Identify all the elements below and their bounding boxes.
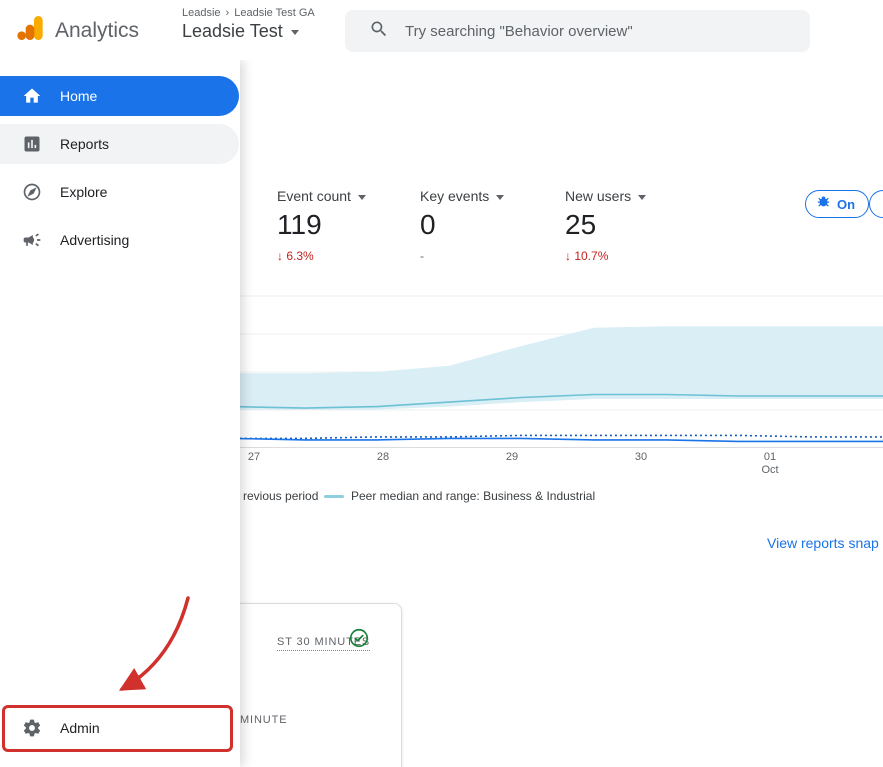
x-tick-sublabel: Oct (761, 464, 779, 476)
chevron-down-icon (290, 30, 299, 35)
on-badge[interactable]: On (805, 190, 870, 218)
x-tick-label: 29 (505, 451, 519, 463)
metric-delta: ↓ 10.7% (565, 249, 609, 263)
check-circle-icon (348, 627, 370, 649)
view-reports-link[interactable]: View reports snap (767, 535, 879, 551)
chart-x-axis: 27 28 29 30 01 Oct (160, 451, 883, 481)
sidebar-item-home[interactable]: Home (0, 76, 239, 116)
breadcrumb: Leadsie › Leadsie Test GA (182, 7, 315, 19)
sidebar-item-advertising[interactable]: Advertising (0, 220, 239, 260)
legend-swatch (324, 494, 344, 498)
search-bar[interactable]: Try searching "Behavior overview" (345, 10, 810, 52)
search-icon (369, 19, 389, 44)
metric-event-count[interactable]: Event count 119 ↓ 6.3% (277, 188, 366, 263)
metric-key-events[interactable]: Key events 0 - (420, 188, 505, 263)
metric-label: Key events (420, 188, 490, 204)
chevron-down-icon (638, 194, 647, 200)
metric-new-users[interactable]: New users 25 ↓ 10.7% (565, 188, 647, 263)
analytics-logo-icon (14, 12, 46, 49)
metrics-row: Event count 119 ↓ 6.3% Key events 0 - New user… (240, 188, 883, 283)
sidebar-item-admin[interactable]: Admin (0, 708, 239, 748)
on-badge-label: On (837, 196, 856, 212)
sidebar-item-label: Advertising (60, 232, 130, 248)
breadcrumb-property: Leadsie Test GA (234, 7, 315, 19)
metric-value: 25 (565, 209, 597, 240)
series-current-period (160, 437, 883, 443)
metric-label: Event count (277, 188, 351, 204)
explore-icon (22, 182, 42, 202)
legend-label: revious period (243, 489, 319, 503)
sidebar-item-label: Reports (60, 136, 110, 152)
metric-label: New users (565, 188, 632, 204)
analytics-logo[interactable]: Analytics (14, 12, 139, 49)
sidebar-item-label: Admin (60, 720, 100, 736)
metric-delta: ↓ 6.3% (277, 249, 314, 263)
metric-value: 119 (277, 209, 322, 240)
metric-value: 0 (420, 209, 436, 240)
signals-icon (816, 194, 831, 214)
property-selector[interactable]: Leadsie Test (182, 21, 315, 42)
metric-delta: - (420, 249, 424, 263)
chevron-down-icon (357, 194, 366, 200)
reports-icon (22, 134, 42, 154)
x-tick-label: 28 (376, 451, 390, 463)
realtime-subtitle: MINUTE (240, 714, 288, 726)
legend-item: Peer median and range: Business & Indust… (324, 489, 595, 503)
app-header: Analytics Leadsie › Leadsie Test GA Lead… (0, 0, 883, 60)
search-placeholder: Try searching "Behavior overview" (405, 22, 633, 40)
gear-icon (22, 718, 42, 738)
x-tick-label: 30 (634, 451, 648, 463)
breadcrumb-separator-icon: › (225, 7, 230, 19)
home-icon (22, 86, 42, 106)
x-tick-label: 01 Oct (761, 451, 779, 476)
breadcrumb-account: Leadsie (182, 7, 221, 19)
legend-item: revious period (243, 489, 318, 503)
ga-home-page: 27 28 29 30 01 Oct revious period Peer median … (0, 0, 883, 767)
app-name: Analytics (55, 18, 140, 42)
property-selector-label: Leadsie Test (182, 21, 283, 41)
advertising-icon (22, 230, 42, 250)
legend-label: Peer median and range: Business & Indust… (351, 489, 596, 503)
chevron-down-icon (496, 194, 505, 200)
sidebar: Home Reports Explore Advertising Admin (0, 60, 240, 767)
sidebar-item-explore[interactable]: Explore (0, 172, 239, 212)
sidebar-item-label: Home (60, 88, 98, 104)
sidebar-item-reports[interactable]: Reports (0, 124, 239, 164)
x-tick-label: 27 (247, 451, 261, 463)
overview-line-chart (160, 295, 883, 448)
sidebar-item-label: Explore (60, 184, 108, 200)
